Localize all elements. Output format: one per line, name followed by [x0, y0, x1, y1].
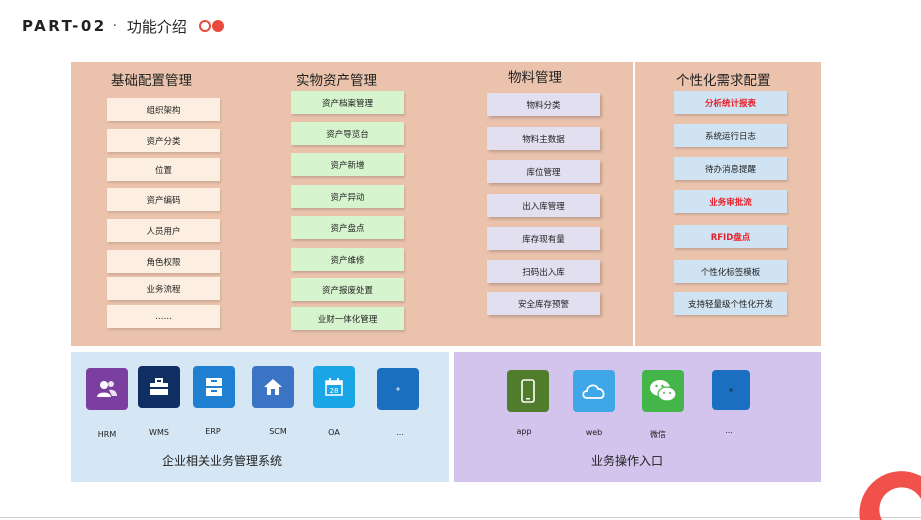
feature-item-asset-repair[interactable]: 资产维修 — [291, 248, 404, 271]
more-entry-tile[interactable] — [712, 370, 750, 410]
app-entry-label: app — [516, 427, 532, 436]
feature-item-scan-in-out[interactable]: 扫码出入库 — [487, 260, 600, 283]
feature-item-material-master[interactable]: 物料主数据 — [487, 127, 600, 150]
section-subtitle: 功能介绍 — [126, 17, 187, 36]
feature-item-approval-flow[interactable]: 业务审批流 — [674, 190, 787, 213]
cloud-icon — [582, 384, 605, 399]
more-icon — [396, 387, 400, 391]
wms-label: WMS — [149, 428, 169, 437]
oa-app-tile[interactable]: 28 — [313, 366, 355, 408]
business-entry-caption: 业务操作入口 — [591, 454, 664, 468]
calendar-day: 28 — [330, 387, 339, 395]
feature-item-more[interactable]: …… — [107, 305, 220, 328]
feature-item-bin-management[interactable]: 库位管理 — [487, 160, 600, 183]
feature-item-workflow[interactable]: 业务流程 — [107, 277, 220, 300]
feature-item-asset-disposal[interactable]: 资产报废处置 — [291, 278, 404, 301]
wms-app-tile[interactable] — [138, 366, 180, 408]
archive-icon — [206, 378, 222, 396]
feature-item-location[interactable]: 位置 — [107, 158, 220, 181]
more-systems-label: ... — [396, 428, 404, 437]
home-icon — [264, 379, 282, 395]
users-icon — [97, 381, 117, 397]
feature-item-asset-change[interactable]: 资产异动 — [291, 185, 404, 208]
hrm-label: HRM — [97, 430, 117, 439]
feature-item-asset-dashboard[interactable]: 资产导览台 — [291, 122, 404, 145]
wechat-entry-label: 微信 — [650, 430, 666, 439]
decorative-arc-icon — [859, 471, 921, 520]
feature-item-rfid-inventory[interactable]: RFID盘点 — [674, 225, 787, 248]
more-icon — [729, 388, 733, 392]
more-systems-tile[interactable] — [377, 368, 419, 410]
decorative-circles-icon — [198, 20, 224, 32]
app-entry-tile[interactable] — [507, 370, 549, 412]
erp-label: ERP — [205, 427, 221, 436]
feature-item-asset-code[interactable]: 资产编码 — [107, 188, 220, 211]
column-title-physical-assets: 实物资产管理 — [296, 73, 377, 89]
erp-app-tile[interactable] — [193, 366, 235, 408]
feature-item-material-category[interactable]: 物料分类 — [487, 93, 600, 116]
feature-item-users[interactable]: 人员用户 — [107, 219, 220, 242]
part-number: PART-02 — [22, 17, 107, 35]
section-header: PART-02 · 功能介绍 — [22, 14, 224, 38]
feature-item-role-permissions[interactable]: 角色权限 — [107, 250, 220, 273]
feature-item-light-custom-dev[interactable]: 支持轻量级个性化开发 — [674, 292, 787, 315]
oa-label: OA — [328, 428, 340, 437]
feature-item-label-template[interactable]: 个性化标签模板 — [674, 260, 787, 283]
feature-item-finance-integration[interactable]: 业财一体化管理 — [291, 307, 404, 330]
feature-item-asset-add[interactable]: 资产新增 — [291, 153, 404, 176]
feature-item-safety-stock-alert[interactable]: 安全库存预警 — [487, 292, 600, 315]
enterprise-systems-caption: 企业相关业务管理系统 — [162, 454, 283, 468]
footer-divider — [0, 517, 921, 518]
feature-item-asset-category[interactable]: 资产分类 — [107, 129, 220, 152]
phone-icon — [521, 379, 535, 403]
wechat-icon — [650, 380, 677, 402]
wechat-entry-tile[interactable] — [642, 370, 684, 412]
column-title-materials: 物料管理 — [508, 70, 562, 86]
briefcase-icon — [150, 378, 168, 395]
column-title-basic-config: 基础配置管理 — [111, 73, 192, 89]
scm-app-tile[interactable] — [252, 366, 294, 408]
hrm-app-tile[interactable] — [86, 368, 128, 410]
feature-item-in-out-stock[interactable]: 出入库管理 — [487, 194, 600, 217]
header-separator: · — [112, 18, 117, 34]
web-entry-label: web — [585, 428, 603, 437]
column-title-custom-config: 个性化需求配置 — [676, 73, 771, 89]
feature-item-analytics-report[interactable]: 分析统计报表 — [674, 91, 787, 114]
web-entry-tile[interactable] — [573, 370, 615, 412]
more-entry-label: ... — [725, 426, 733, 435]
calendar-icon: 28 — [325, 378, 343, 396]
feature-item-todo-reminder[interactable]: 待办消息提醒 — [674, 157, 787, 180]
feature-item-stock-on-hand[interactable]: 库存现有量 — [487, 227, 600, 250]
panel-divider — [633, 62, 635, 346]
scm-label: SCM — [269, 427, 287, 436]
feature-item-asset-inventory[interactable]: 资产盘点 — [291, 216, 404, 239]
feature-item-asset-records[interactable]: 资产档案管理 — [291, 91, 404, 114]
feature-item-org-structure[interactable]: 组织架构 — [107, 98, 220, 121]
feature-item-system-log[interactable]: 系统运行日志 — [674, 124, 787, 147]
